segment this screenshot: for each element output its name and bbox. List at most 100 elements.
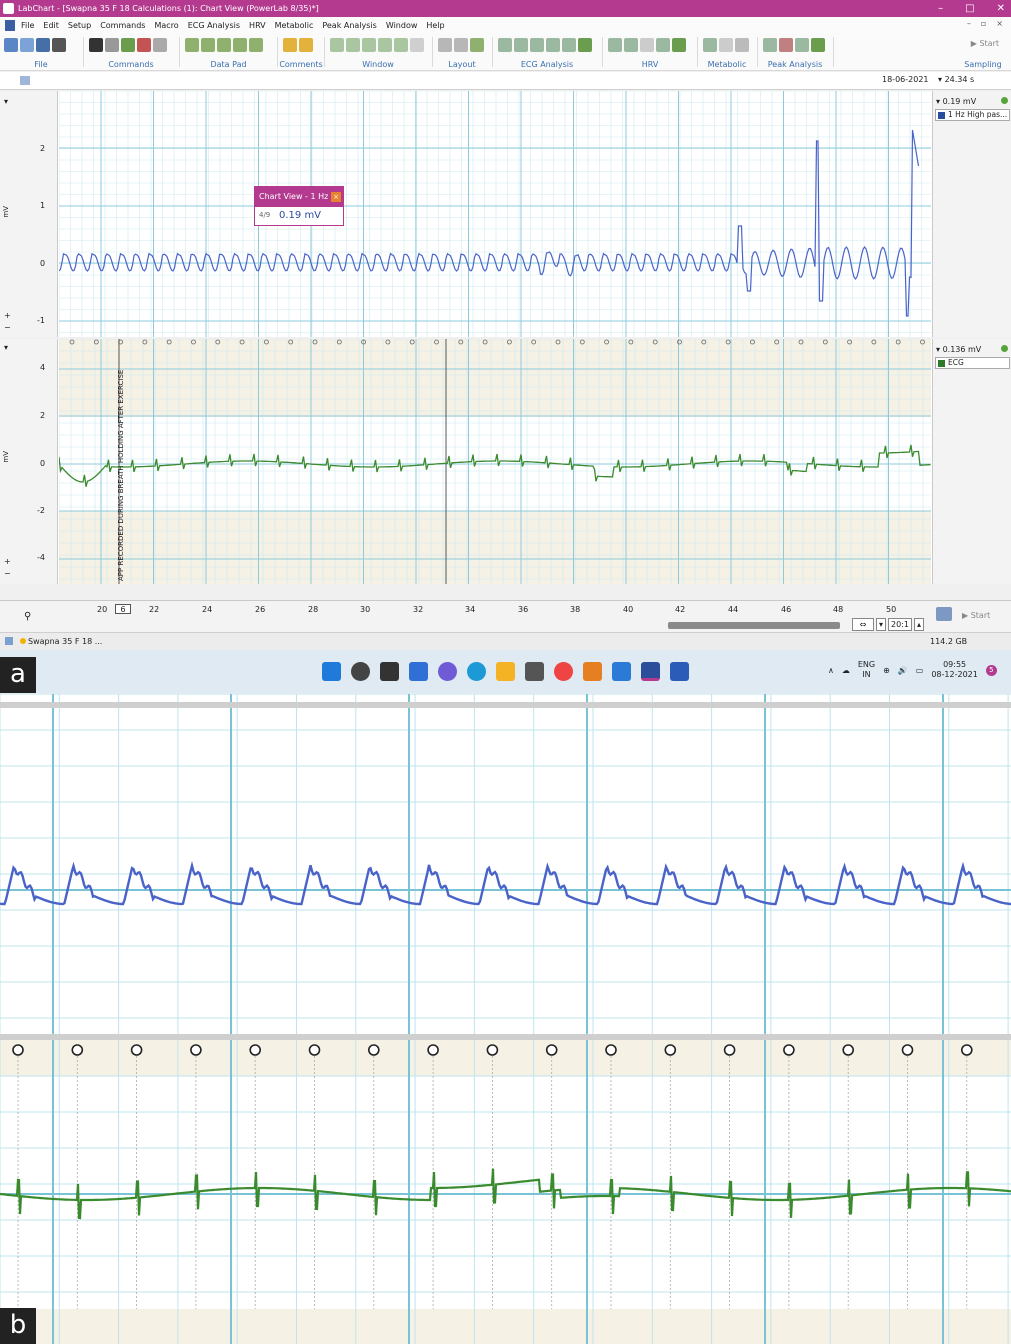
horizontal-scrollbar[interactable] (668, 622, 840, 629)
channel-2-plot[interactable]: APP RECORDED DURING BREATH HOLDING AFTER… (58, 338, 931, 584)
ecg-export-icon[interactable] (578, 38, 592, 52)
print-icon[interactable] (52, 38, 66, 52)
menu-ecg-analysis[interactable]: ECG Analysis (188, 21, 240, 30)
hrv-table-icon[interactable] (640, 38, 654, 52)
hrv-export-icon[interactable] (672, 38, 686, 52)
mdi-minimize-button[interactable]: – (967, 19, 971, 28)
peak-table-icon[interactable] (795, 38, 809, 52)
open-icon[interactable] (20, 38, 34, 52)
datapad-chart-icon[interactable] (249, 38, 263, 52)
save-icon[interactable] (36, 38, 50, 52)
task-view-icon[interactable] (380, 662, 399, 681)
datapad-icon[interactable] (185, 38, 199, 52)
ruler-icon[interactable] (20, 76, 30, 85)
new-icon[interactable] (4, 38, 18, 52)
peak-export-icon[interactable] (811, 38, 825, 52)
word-icon[interactable] (670, 662, 689, 681)
mouse-mode-icon[interactable]: ⚲ (24, 611, 31, 622)
hrv-report-icon[interactable] (656, 38, 670, 52)
popup-close-icon[interactable]: × (331, 192, 341, 202)
menu-window[interactable]: Window (386, 21, 418, 30)
layout-grid-icon[interactable] (438, 38, 452, 52)
menu-peak-analysis[interactable]: Peak Analysis (322, 21, 377, 30)
zoom-in-button[interactable]: ▴ (914, 618, 924, 631)
add-comment-icon[interactable] (283, 38, 297, 52)
chat-icon[interactable] (438, 662, 457, 681)
ch2-scale-up-icon[interactable]: + (4, 557, 11, 566)
mdi-close-button[interactable]: × (996, 19, 1003, 28)
recording-duration[interactable]: ▾ 24.34 s (938, 75, 974, 84)
marker-icon[interactable] (121, 38, 135, 52)
maximize-button[interactable]: □ (965, 3, 974, 14)
datapad-column-icon[interactable] (217, 38, 231, 52)
edge-icon[interactable] (467, 662, 486, 681)
channel-2-menu-icon[interactable]: ▾ (4, 343, 8, 352)
magnify-icon[interactable] (362, 38, 376, 52)
channel-1-selector[interactable]: 1 Hz High pas... (935, 109, 1010, 121)
menu-hrv[interactable]: HRV (249, 21, 266, 30)
delete-icon[interactable] (137, 38, 151, 52)
ecg-averaging-icon[interactable] (514, 38, 528, 52)
menu-file[interactable]: File (21, 21, 34, 30)
mdi-restore-button[interactable]: ▫ (981, 19, 986, 28)
search-icon[interactable] (351, 662, 370, 681)
datapad-multi-icon[interactable] (233, 38, 247, 52)
start-button[interactable]: ▶ Start (962, 611, 990, 620)
channel-1-menu-icon[interactable]: ▾ (4, 97, 8, 106)
settings-icon[interactable] (153, 38, 167, 52)
binoculars-icon[interactable] (89, 38, 103, 52)
xy-view-icon[interactable] (378, 38, 392, 52)
ecg-settings-icon[interactable] (498, 38, 512, 52)
ch1-scale-down-icon[interactable]: − (4, 323, 11, 332)
hrv-view-icon[interactable] (624, 38, 638, 52)
snipping-tool-icon[interactable] (583, 662, 602, 681)
todo-icon[interactable] (612, 662, 631, 681)
tray-chevron-icon[interactable]: ∧ (828, 666, 834, 675)
file-explorer-icon[interactable] (496, 662, 515, 681)
menu-metabolic[interactable]: Metabolic (275, 21, 314, 30)
layout-toggle-icon[interactable] (936, 607, 952, 621)
battery-icon[interactable]: ▭ (916, 666, 924, 675)
clock[interactable]: 09:55 08-12-2021 (931, 660, 978, 680)
zoom-fit-button[interactable]: ⇔ (852, 618, 874, 631)
menu-commands[interactable]: Commands (100, 21, 145, 30)
widgets-icon[interactable] (409, 662, 428, 681)
zoom-out-button[interactable]: ▾ (876, 618, 886, 631)
time-cursor-box[interactable]: 6 (115, 604, 131, 614)
camera-icon[interactable] (525, 662, 544, 681)
status-tool-icon[interactable] (5, 637, 13, 645)
chart-view-popup[interactable]: Chart View - 1 Hz ... × 4/9 0.19 mV (254, 186, 344, 226)
document-icon[interactable] (5, 19, 15, 31)
status-document[interactable]: Swapna 35 F 18 ... (20, 637, 102, 646)
layout-save-icon[interactable] (470, 38, 484, 52)
ecg-report-icon[interactable] (562, 38, 576, 52)
cloud-icon[interactable]: ☁ (842, 666, 850, 675)
peak-view-icon[interactable] (779, 38, 793, 52)
menu-setup[interactable]: Setup (68, 21, 91, 30)
close-button[interactable]: ✕ (997, 3, 1005, 14)
labchart-taskbar-icon[interactable] (641, 662, 660, 681)
datapad-add-icon[interactable] (201, 38, 215, 52)
ch1-scale-up-icon[interactable]: + (4, 311, 11, 320)
notification-badge[interactable]: 5 (985, 664, 997, 676)
spectrum-icon[interactable] (394, 38, 408, 52)
ch2-scale-down-icon[interactable]: − (4, 569, 11, 578)
minimize-button[interactable]: – (938, 3, 943, 14)
menu-edit[interactable]: Edit (43, 21, 59, 30)
hrv-settings-icon[interactable] (608, 38, 622, 52)
ecg-table-icon[interactable] (546, 38, 560, 52)
menu-macro[interactable]: Macro (154, 21, 178, 30)
metabolic-table-icon[interactable] (735, 38, 749, 52)
menu-help[interactable]: Help (426, 21, 444, 30)
start-menu-icon[interactable] (322, 662, 341, 681)
language-indicator[interactable]: ENG IN (858, 660, 875, 680)
chrome-icon[interactable] (554, 662, 573, 681)
layout-split-icon[interactable] (454, 38, 468, 52)
peak-settings-icon[interactable] (763, 38, 777, 52)
zoom-ratio[interactable]: 20:1 (888, 618, 912, 631)
metabolic-view-icon[interactable] (719, 38, 733, 52)
comment-list-icon[interactable] (299, 38, 313, 52)
lock-icon[interactable] (105, 38, 119, 52)
volume-icon[interactable]: 🔊 (898, 666, 908, 675)
ecg-view-icon[interactable] (530, 38, 544, 52)
